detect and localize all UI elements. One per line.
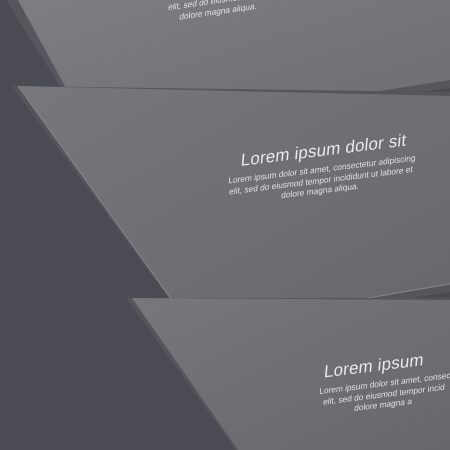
perspective-card-stack: elit, sed do eiusmod tempor dolore magna… (0, 0, 450, 450)
